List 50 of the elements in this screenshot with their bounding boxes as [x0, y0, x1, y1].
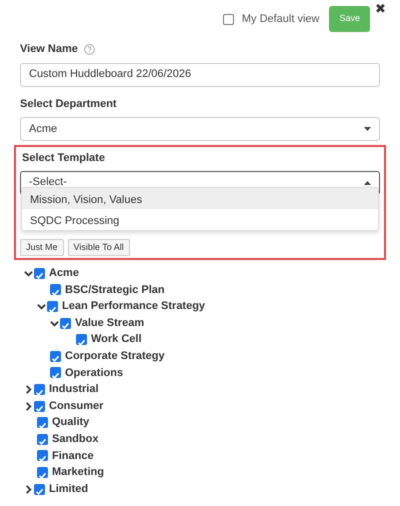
tree-checkbox[interactable] — [37, 434, 48, 445]
view-name-input[interactable]: Custom Huddleboard 22/06/2026 — [29, 66, 371, 83]
tree-item-label[interactable]: Acme — [49, 265, 79, 282]
field-label: Select Department — [20, 96, 117, 112]
chevron-down-icon[interactable] — [36, 302, 46, 311]
tree-checkbox[interactable] — [50, 350, 61, 362]
tree-checkbox[interactable] — [50, 284, 61, 296]
tree-checkbox[interactable] — [34, 384, 45, 395]
field-label: View Name — [20, 42, 78, 57]
tree-item-label[interactable]: Consumer — [49, 398, 104, 414]
chevron-down-icon[interactable] — [50, 318, 58, 328]
dropdown-option[interactable]: SQDC Processing — [22, 209, 378, 230]
visibility-button[interactable]: Visible To All — [68, 238, 130, 256]
tree-checkbox[interactable] — [34, 400, 45, 412]
tree-checkbox[interactable] — [37, 417, 48, 428]
checkbox-label: My Default view — [242, 12, 320, 27]
field-label: Select Template — [22, 151, 105, 166]
help-icon — [84, 44, 95, 55]
department-select[interactable]: Acme — [20, 117, 380, 141]
tree-item-label[interactable]: Finance — [52, 448, 94, 464]
tree-item-label[interactable]: BSC/Strategic Plan — [65, 282, 165, 298]
tree-item-label[interactable]: Quality — [52, 414, 90, 431]
chevron-right-icon[interactable] — [24, 484, 32, 494]
tree-checkbox[interactable] — [76, 334, 87, 346]
default-view-checkbox[interactable] — [222, 14, 234, 24]
tree-item-label[interactable]: Marketing — [52, 464, 104, 481]
chevron-right-icon[interactable] — [24, 402, 32, 411]
tree-item-label[interactable]: Limited — [49, 480, 88, 498]
tree-checkbox[interactable] — [34, 268, 45, 279]
view-name-field[interactable]: Custom Huddleboard 22/06/2026 — [20, 62, 380, 86]
tree-item-label[interactable]: Work Cell — [91, 331, 142, 348]
close-button[interactable]: ✖ — [375, 2, 386, 15]
tree-checkbox[interactable] — [50, 367, 61, 378]
tree-checkbox[interactable] — [34, 484, 45, 495]
tree-item-label[interactable]: Operations — [65, 364, 124, 382]
caret-icon — [364, 180, 371, 184]
tree-item-label[interactable]: Lean Performance Strategy — [62, 298, 206, 315]
tree-checkbox[interactable] — [37, 466, 48, 478]
tree-checkbox[interactable] — [37, 450, 48, 462]
visibility-button[interactable]: Just Me — [20, 238, 64, 256]
tree-item-label[interactable]: Sandbox — [52, 430, 98, 448]
tree-item-label[interactable]: Value Stream — [75, 314, 144, 332]
chevron-right-icon[interactable] — [24, 384, 32, 394]
tree-item-label[interactable]: Corporate Strategy — [65, 348, 165, 365]
tree-checkbox[interactable] — [47, 300, 58, 312]
tree-item-label[interactable]: Industrial — [49, 381, 99, 398]
chevron-down-icon[interactable] — [24, 268, 32, 278]
tree-checkbox[interactable] — [60, 318, 71, 329]
caret-icon — [364, 127, 371, 131]
dropdown-option[interactable]: Mission, Vision, Values — [22, 188, 378, 209]
